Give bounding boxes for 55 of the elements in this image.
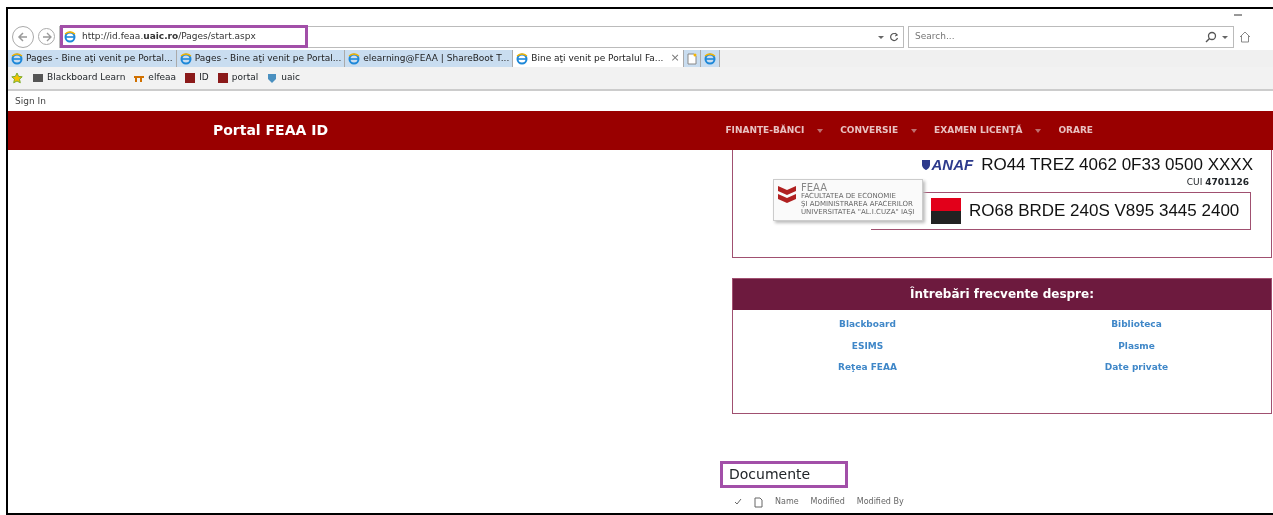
- browser-tab[interactable]: Pages - Bine aţi venit pe Portal...: [8, 50, 177, 67]
- bookmark-icon: [266, 72, 279, 84]
- logo-text: ANAF: [931, 154, 974, 175]
- column-header[interactable]: Modified: [810, 496, 845, 508]
- back-arrow-icon: [17, 30, 29, 43]
- faq-link[interactable]: Plasme: [1118, 339, 1155, 353]
- browser-tab[interactable]: Bine aţi venit pe Portalul Fa... ×: [513, 50, 684, 67]
- panel-header: Întrebări frecvente despre:: [733, 279, 1271, 310]
- browser-logo-icon: [179, 52, 192, 65]
- browser-logo-icon: [703, 52, 716, 65]
- browser-tab[interactable]: Pages - Bine aţi venit pe Portal...: [176, 50, 346, 67]
- faq-link[interactable]: Blackboard: [839, 318, 896, 332]
- favorite-link[interactable]: ID: [184, 71, 209, 85]
- checkmark-icon[interactable]: [734, 498, 742, 506]
- document-icon: [754, 496, 763, 508]
- faq-link[interactable]: Biblioteca: [1111, 318, 1162, 332]
- bookmark-icon: [32, 72, 44, 84]
- cui-text: CUI 4701126: [1186, 176, 1249, 187]
- site-title[interactable]: Portal FEAA ID: [8, 120, 533, 141]
- faq-link[interactable]: Date private: [1104, 361, 1169, 375]
- shield-icon: [921, 158, 932, 171]
- search-icon[interactable]: [1205, 30, 1217, 43]
- bookmark-icon: [184, 72, 197, 84]
- iban-text: RO44 TREZ 4062 0F33 0500 XXXX: [981, 154, 1253, 176]
- new-page-icon: [686, 52, 697, 65]
- favorites-star-icon[interactable]: [11, 72, 24, 84]
- browser-logo-icon: [11, 52, 23, 65]
- section-title: Documente: [722, 463, 847, 486]
- column-header[interactable]: Modified By: [856, 496, 904, 508]
- column-header[interactable]: Name: [775, 496, 799, 508]
- faq-link[interactable]: Reţea FEAA: [838, 361, 897, 375]
- nav-menu-item[interactable]: CONVERSIE: [840, 123, 919, 138]
- browser-tab[interactable]: elearning@FEAA | ShareBoot T...: [345, 50, 514, 67]
- refresh-icon[interactable]: [889, 31, 899, 42]
- home-icon[interactable]: [1238, 29, 1252, 44]
- url-text: http://id.feaa.uaic.ro/Pages/start.aspx: [62, 26, 306, 47]
- browser-logo-icon: [64, 30, 76, 43]
- search-field[interactable]: Search...: [908, 25, 1234, 48]
- nav-menu-item[interactable]: FINANŢE-BĂNCI: [725, 123, 825, 138]
- bookmark-icon: [216, 72, 229, 84]
- nav-menu-item[interactable]: ORARE: [1058, 123, 1093, 138]
- favorite-link[interactable]: uaic: [266, 71, 300, 85]
- nav-menu-item[interactable]: EXAMEN LICENŢĂ: [934, 123, 1043, 138]
- tab-close-button[interactable]: ×: [670, 50, 680, 67]
- address-field[interactable]: http://id.feaa.uaic.ro/Pages/start.aspx: [59, 25, 904, 48]
- sign-in-link[interactable]: Sign In: [8, 91, 1273, 111]
- favorite-link[interactable]: Blackboard Learn: [32, 71, 126, 85]
- favorite-link[interactable]: portal: [216, 71, 259, 85]
- faq-link[interactable]: ESIMS: [851, 339, 884, 353]
- bank-logo-icon: [931, 196, 961, 226]
- favorite-link[interactable]: elfeaa: [133, 71, 177, 85]
- browser-logo-icon: [516, 52, 529, 65]
- browser-logo-icon: [348, 52, 361, 65]
- iban-text: RO68 BRDE 240S V895 3445 2400: [969, 200, 1240, 223]
- forward-arrow-icon: [41, 31, 52, 42]
